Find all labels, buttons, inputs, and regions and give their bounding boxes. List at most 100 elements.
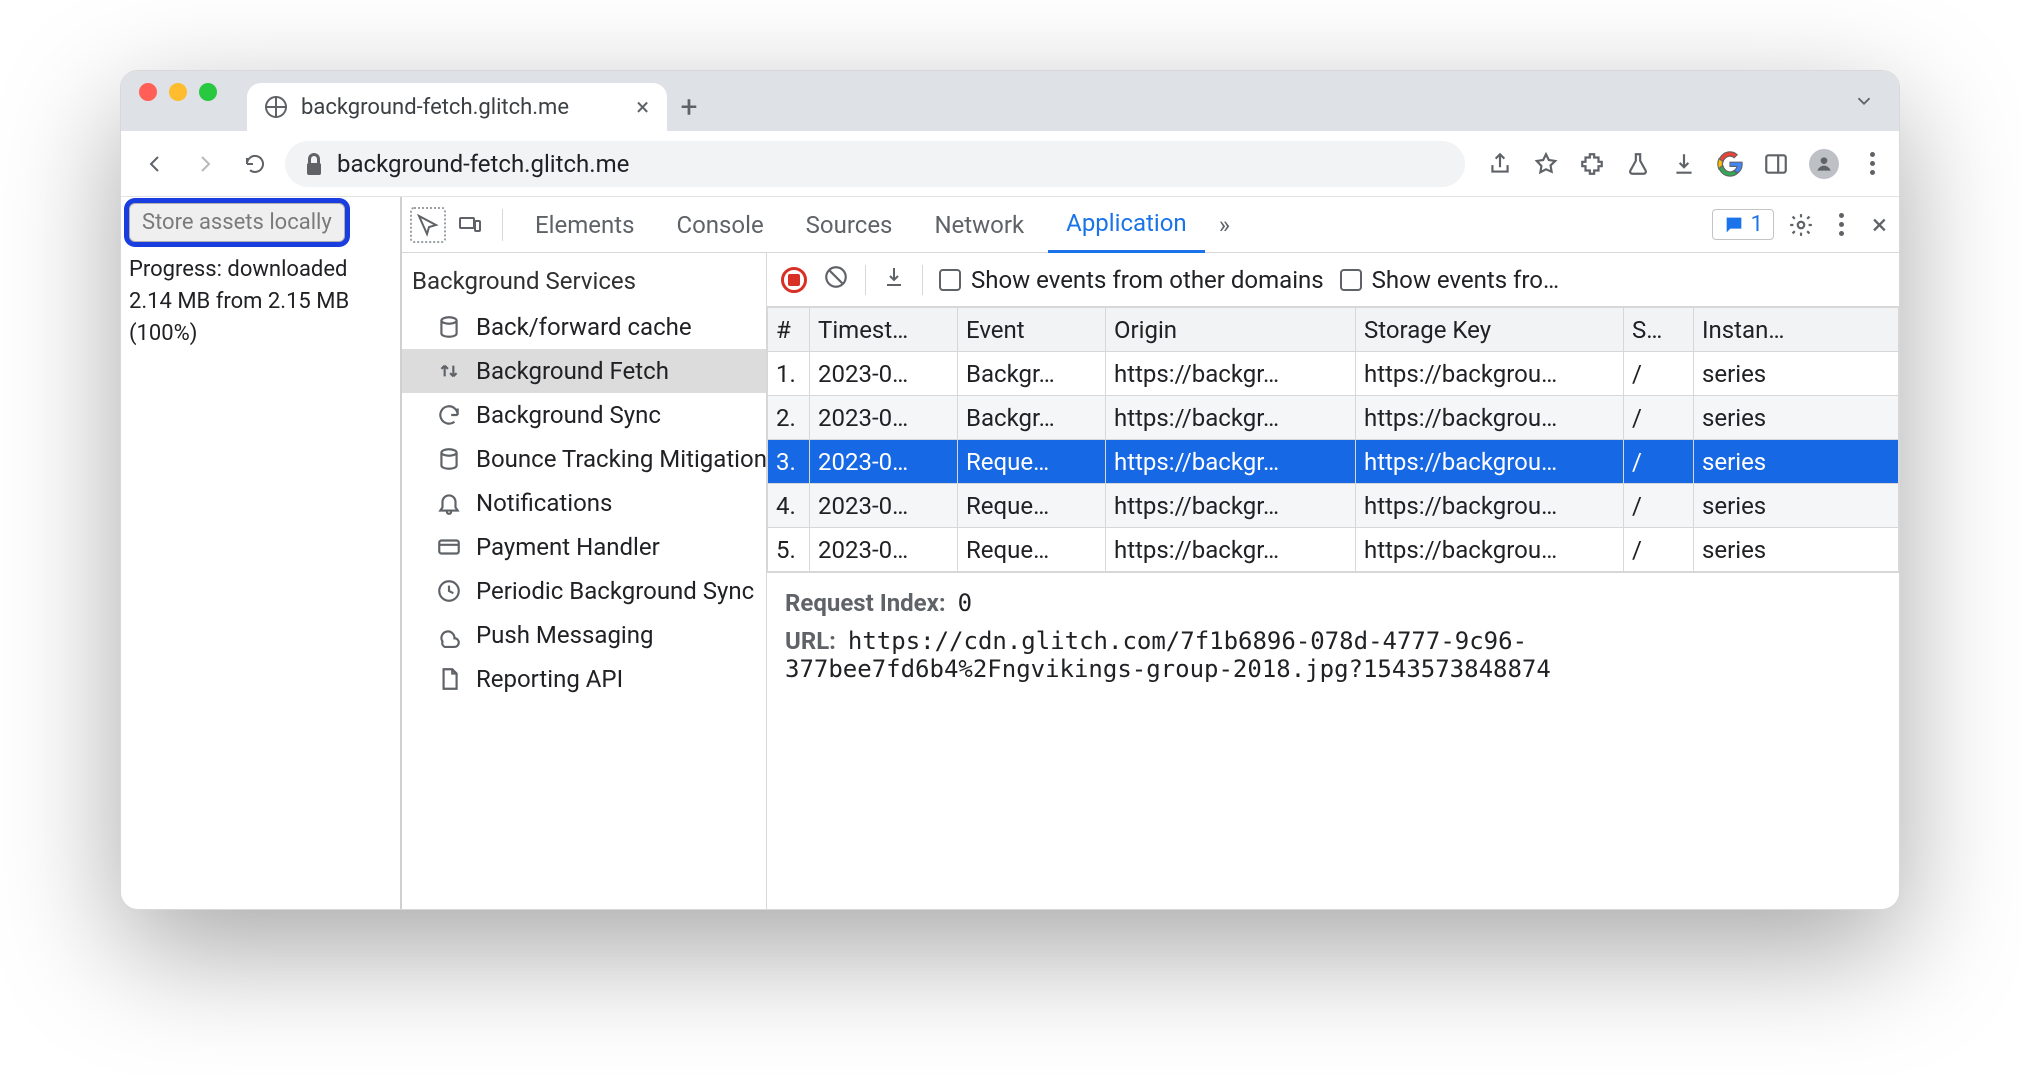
cell-ev: Reque… [958, 440, 1106, 484]
tab-list-button[interactable] [1853, 71, 1875, 131]
tab-title: background-fetch.glitch.me [301, 95, 569, 120]
tab-network[interactable]: Network [916, 197, 1042, 253]
address-bar[interactable]: background-fetch.glitch.me [285, 141, 1465, 187]
sidebar-item-push-messaging[interactable]: Push Messaging [402, 613, 766, 657]
events-table: # Timest… Event Origin Storage Key S… In… [767, 307, 1899, 572]
table-row[interactable]: 3.2023-0…Reque…https://backgr…https://ba… [768, 440, 1899, 484]
cell-sw: / [1624, 484, 1694, 528]
cell-n: 4. [768, 484, 810, 528]
extensions-icon[interactable] [1579, 151, 1605, 177]
col-event[interactable]: Event [958, 308, 1106, 352]
cell-inst: series [1694, 352, 1899, 396]
reload-button[interactable] [235, 144, 275, 184]
lock-icon [305, 153, 323, 175]
show-events-from-checkbox[interactable]: Show events fro… [1340, 266, 1559, 294]
request-index-label: Request Index: [785, 589, 946, 617]
sidebar-item-payment-handler[interactable]: Payment Handler [402, 525, 766, 569]
clear-icon[interactable] [823, 264, 849, 296]
bookmark-star-icon[interactable] [1533, 151, 1559, 177]
side-panel-icon[interactable] [1763, 151, 1789, 177]
sidebar-item-label: Reporting API [476, 665, 623, 693]
cell-sw: / [1624, 528, 1694, 572]
profile-avatar[interactable] [1809, 149, 1839, 179]
sidebar-item-label: Payment Handler [476, 533, 660, 561]
event-details: Request Index: 0 URL: https://cdn.glitch… [767, 572, 1899, 709]
table-row[interactable]: 5.2023-0…Reque…https://backgr…https://ba… [768, 528, 1899, 572]
cell-ts: 2023-0… [810, 396, 958, 440]
checkbox-label: Show events fro… [1372, 266, 1559, 294]
col-timestamp[interactable]: Timest… [810, 308, 958, 352]
toolbar: background-fetch.glitch.me [121, 131, 1899, 197]
cell-or: https://backgr… [1106, 528, 1356, 572]
url-text: background-fetch.glitch.me [337, 150, 629, 178]
settings-gear-icon[interactable] [1788, 212, 1814, 238]
table-row[interactable]: 4.2023-0…Reque…https://backgr…https://ba… [768, 484, 1899, 528]
separator [865, 265, 866, 295]
cell-n: 2. [768, 396, 810, 440]
cell-inst: series [1694, 484, 1899, 528]
devtools-menu-button[interactable] [1828, 212, 1854, 238]
tab-sources[interactable]: Sources [788, 197, 911, 253]
close-devtools-icon[interactable]: × [1868, 208, 1891, 241]
more-tabs-button[interactable]: » [1211, 197, 1238, 253]
sidebar-item-periodic-sync[interactable]: Periodic Background Sync [402, 569, 766, 613]
sidebar-item-notifications[interactable]: Notifications [402, 481, 766, 525]
col-storage-key[interactable]: Storage Key [1356, 308, 1624, 352]
table-row[interactable]: 1.2023-0…Backgr…https://backgr…https://b… [768, 352, 1899, 396]
cell-n: 5. [768, 528, 810, 572]
sidebar-item-background-fetch[interactable]: Background Fetch [402, 349, 766, 393]
sidebar-item-reporting-api[interactable]: Reporting API [402, 657, 766, 701]
record-button[interactable] [781, 267, 807, 293]
google-logo-icon[interactable] [1717, 151, 1743, 177]
back-button[interactable] [135, 144, 175, 184]
tab-console[interactable]: Console [658, 197, 781, 253]
inspect-icon[interactable] [410, 207, 446, 243]
toolbar-right [1475, 149, 1885, 179]
issues-count: 1 [1751, 212, 1763, 237]
labs-icon[interactable] [1625, 151, 1651, 177]
fullscreen-window-button[interactable] [199, 83, 217, 101]
browser-tab[interactable]: background-fetch.glitch.me × [247, 83, 667, 131]
sidebar-item-back-forward-cache[interactable]: Back/forward cache [402, 305, 766, 349]
sidebar-item-background-sync[interactable]: Background Sync [402, 393, 766, 437]
cell-sw: / [1624, 396, 1694, 440]
progress-text: Progress: downloaded 2.14 MB from 2.15 M… [129, 254, 392, 350]
col-instance[interactable]: Instan… [1694, 308, 1899, 352]
content-area: Store assets locally Progress: downloade… [121, 197, 1899, 909]
table-header-row: # Timest… Event Origin Storage Key S… In… [768, 308, 1899, 352]
sidebar-item-label: Background Sync [476, 401, 661, 429]
checkbox-icon [939, 269, 961, 291]
device-toolbar-icon[interactable] [452, 207, 488, 243]
tab-elements[interactable]: Elements [517, 197, 652, 253]
share-icon[interactable] [1487, 151, 1513, 177]
minimize-window-button[interactable] [169, 83, 187, 101]
store-assets-button[interactable]: Store assets locally [129, 203, 345, 242]
cell-ts: 2023-0… [810, 440, 958, 484]
sidebar-item-label: Background Fetch [476, 357, 669, 385]
close-window-button[interactable] [139, 83, 157, 101]
cell-inst: series [1694, 528, 1899, 572]
checkbox-label: Show events from other domains [971, 266, 1324, 294]
cell-sk: https://backgrou… [1356, 352, 1624, 396]
new-tab-button[interactable]: + [667, 83, 711, 131]
globe-icon [265, 96, 287, 118]
table-row[interactable]: 2.2023-0…Backgr…https://backgr…https://b… [768, 396, 1899, 440]
downloads-icon[interactable] [1671, 151, 1697, 177]
sidebar-item-bounce-tracking[interactable]: Bounce Tracking Mitigations [402, 437, 766, 481]
issues-badge[interactable]: 1 [1712, 209, 1774, 240]
devtools-panel: Elements Console Sources Network Applica… [401, 197, 1899, 909]
chrome-menu-button[interactable] [1859, 151, 1885, 177]
cell-n: 3. [768, 440, 810, 484]
tab-application[interactable]: Application [1048, 197, 1205, 253]
background-fetch-panel: Show events from other domains Show even… [767, 253, 1899, 909]
save-events-icon[interactable] [882, 265, 906, 295]
col-sw[interactable]: S… [1624, 308, 1694, 352]
close-tab-icon[interactable]: × [636, 95, 649, 119]
cell-sk: https://backgrou… [1356, 396, 1624, 440]
url-value: https://cdn.glitch.com/7f1b6896-078d-477… [785, 627, 1551, 683]
cell-ts: 2023-0… [810, 484, 958, 528]
col-origin[interactable]: Origin [1106, 308, 1356, 352]
forward-button[interactable] [185, 144, 225, 184]
show-other-domains-checkbox[interactable]: Show events from other domains [939, 266, 1324, 294]
col-num[interactable]: # [768, 308, 810, 352]
